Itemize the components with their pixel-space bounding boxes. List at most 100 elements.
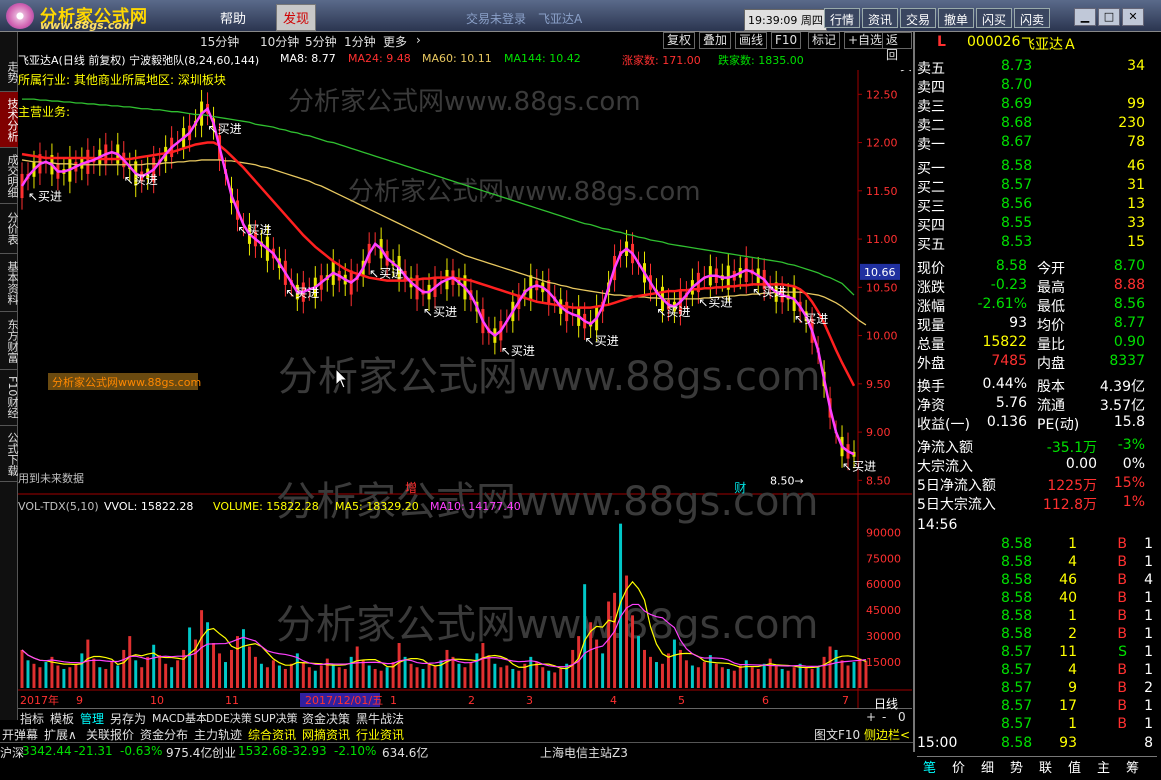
volume-bar [403, 656, 407, 688]
volume-bar [541, 667, 545, 688]
detail-tab[interactable]: 值 [1068, 757, 1081, 776]
quote-value: 0.90 [1113, 334, 1145, 350]
tab-sup[interactable]: SUP决策 [254, 710, 298, 726]
back-button[interactable]: 返回 [882, 32, 912, 62]
cy-label: 创业 [212, 746, 237, 760]
detail-tab[interactable]: 主 [1097, 757, 1110, 776]
buy-signal-label: ↖买进 [794, 312, 828, 326]
left-tab-bar: 走势 技术分析 成交明细 分价表 基本资料 东方财富 F10财经 公式下载 [0, 32, 19, 720]
tab-main-track[interactable]: 主力轨迹 [194, 726, 242, 743]
tab-industry-news[interactable]: 行业资讯 [356, 726, 404, 743]
tick-price: 8.58 [1001, 554, 1033, 570]
tick-price: 8.57 [1001, 644, 1033, 660]
tab-composite-news[interactable]: 综合资讯 [248, 726, 296, 743]
mark-button[interactable]: 标记 [808, 32, 841, 49]
trade-button[interactable]: 交易 [900, 8, 937, 28]
tab-basic-info[interactable]: 基本资料 [0, 254, 19, 312]
zoom-out-button[interactable]: - [882, 710, 886, 724]
quote-panel: L 000026 飞亚达Ａ 卖五 8.73 34 卖四 8.70 卖三 8.69 99 卖二 8.… [913, 32, 1161, 776]
tick-row: 8.58 1 B 1 [917, 536, 1157, 555]
news-button[interactable]: 资讯 [862, 8, 899, 28]
menu-help[interactable]: 帮助 [220, 8, 246, 27]
tab-formula-download[interactable]: 公式下载 [0, 426, 19, 482]
volume-bar [672, 639, 676, 688]
tab-f10-graphic[interactable]: 图文F10 [814, 726, 860, 743]
tab-technical-analysis[interactable]: 技术分析 [0, 92, 19, 148]
tab-fund-distribution[interactable]: 资金分布 [140, 726, 188, 743]
detail-tab[interactable]: 细 [981, 757, 994, 776]
tab-dde[interactable]: DDE决策 [206, 710, 252, 726]
cancel-order-button[interactable]: 撤单 [938, 8, 975, 28]
adjust-button[interactable]: 复权 [663, 32, 696, 49]
tab-macd[interactable]: MACD基本 [152, 710, 207, 726]
tab-trade-detail[interactable]: 成交明细 [0, 148, 19, 204]
ask-row: 卖一 8.67 78 [917, 134, 1157, 153]
volume-tick-label: 60000 [866, 578, 901, 591]
overlay-button[interactable]: 叠加 [699, 32, 732, 49]
time-tick-label: 10 [150, 694, 164, 707]
minimize-icon[interactable]: ▁ [1074, 8, 1096, 26]
watermark-box: 分析家公式网www.88gs.com [52, 375, 201, 389]
tick-time: 14:56 [917, 517, 958, 533]
draw-line-button[interactable]: 画线 [735, 32, 768, 49]
watermark-text: 分析家公式网www.88gs.com [348, 177, 701, 207]
kline-chart[interactable]: 分析家公式网www.88gs.com 分析家公式网www.88gs.com 分析家公… [18, 70, 912, 710]
chevron-right-icon[interactable]: › [416, 33, 421, 47]
period-10min[interactable]: 10分钟 [260, 33, 299, 50]
ask-volume: 99 [1127, 96, 1145, 112]
close-icon[interactable]: ✕ [1122, 8, 1144, 26]
tab-trend[interactable]: 走势 [0, 52, 19, 92]
volume-tick-label: 75000 [866, 552, 901, 565]
volume-bar [92, 658, 96, 688]
maximize-icon[interactable]: □ [1098, 8, 1120, 26]
tab-danmaku[interactable]: 开弹幕 [2, 726, 38, 743]
bid-label: 买四 [917, 218, 945, 234]
period-more[interactable]: 更多 [383, 33, 407, 50]
zoom-in-button[interactable]: + [866, 710, 876, 724]
tick-volume: 1 [1068, 716, 1077, 732]
stock-code: 000026 [967, 34, 1021, 50]
vol-ma5-value: MA5: 18329.20 [335, 500, 419, 513]
menu-discover[interactable]: 发现 [276, 4, 317, 31]
f10-button[interactable]: F10 [771, 32, 802, 49]
tab-web-digest[interactable]: 网摘资讯 [302, 726, 350, 743]
detail-tab[interactable]: 笔 [923, 757, 936, 776]
flow-value: 1225万 [1047, 478, 1097, 494]
period-1min[interactable]: 1分钟 [344, 33, 376, 50]
volume-bar [786, 670, 790, 688]
detail-tab[interactable]: 价 [952, 757, 965, 776]
cy-change: -32.93 [288, 744, 327, 758]
flash-sell-button[interactable]: 闪卖 [1014, 8, 1051, 28]
tab-f10-finance[interactable]: F10财经 [0, 370, 19, 426]
title-bar: 分析家公式网 www.88gs.com 帮助 发现 交易未登录 飞亚达A 19:… [0, 0, 1161, 32]
zoom-reset-button[interactable]: 0 [898, 710, 906, 724]
volume-bar [176, 660, 180, 688]
ask-price: 8.69 [1001, 96, 1033, 112]
period-15min[interactable]: 15分钟 [200, 33, 239, 50]
flow-value: 112.8万 [1042, 497, 1097, 513]
volume-bar [475, 653, 479, 688]
extension-tabs: 开弹幕 扩展∧ 关联报价 资金分布 主力轨迹 综合资讯 网摘资讯 行业资讯 图文… [0, 725, 912, 743]
tick-volume: 1 [1068, 536, 1077, 552]
detail-tab[interactable]: 势 [1010, 757, 1023, 776]
tick-row: 8.57 1 B 1 [917, 716, 1157, 735]
tab-related-quote[interactable]: 关联报价 [86, 726, 134, 743]
period-5min[interactable]: 5分钟 [305, 33, 337, 50]
tab-extend[interactable]: 扩展∧ [44, 726, 77, 743]
detail-tab[interactable]: 筹 [1126, 757, 1139, 776]
future-data-label: 用到未来数据 [18, 471, 84, 485]
quote-button[interactable]: 行情 [824, 8, 861, 28]
tick-side: B [1117, 698, 1127, 714]
detail-tab[interactable]: 联 [1039, 757, 1052, 776]
stock-header: L 000026 飞亚达Ａ [917, 34, 1157, 53]
add-watchlist-button[interactable]: +自选 [844, 32, 887, 49]
time-tick-label: 7 [842, 694, 849, 707]
sidebar-toggle[interactable]: 侧边栏< [864, 726, 910, 743]
tick-volume: 11 [1059, 644, 1077, 660]
volume-bar [26, 660, 30, 688]
tab-eastmoney[interactable]: 东方财富 [0, 312, 19, 370]
tab-price-table[interactable]: 分价表 [0, 204, 19, 254]
flash-buy-button[interactable]: 闪买 [976, 8, 1013, 28]
volume-bar [852, 662, 856, 688]
industry-label: 所属行业: 其他商业 [18, 72, 122, 87]
